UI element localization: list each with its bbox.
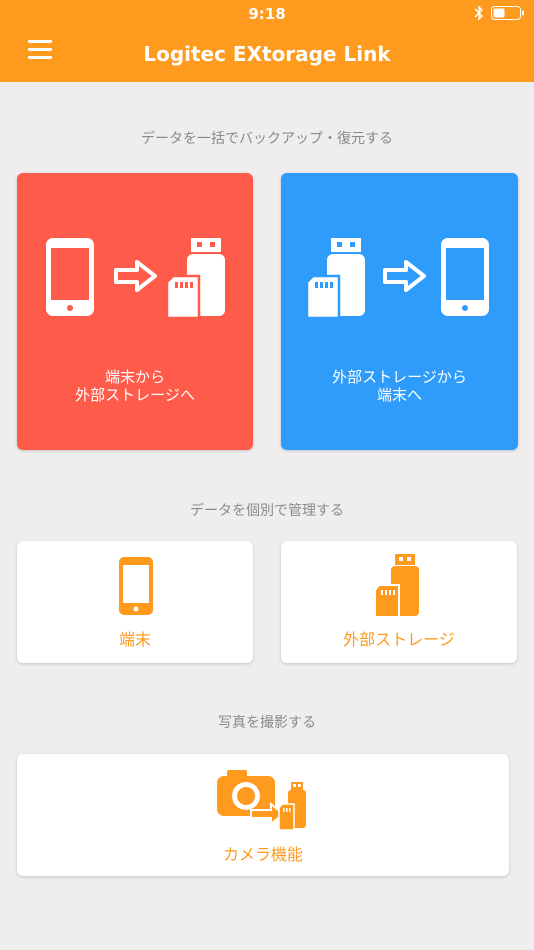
camera-section-label: 写真を撮影する	[218, 715, 316, 731]
smartphone-icon	[441, 238, 489, 316]
bluetooth-icon	[474, 5, 483, 21]
camera-to-storage-icon	[217, 770, 306, 831]
battery-icon	[491, 6, 524, 20]
restore-to-device-label-line2: 端末へ	[376, 386, 422, 404]
usb-sd-storage-icon	[165, 238, 225, 320]
smartphone-icon	[119, 557, 153, 615]
backup-to-storage-button[interactable]: 端末から 外部ストレージへ	[17, 173, 253, 450]
device-manage-button[interactable]: 端末	[17, 541, 253, 663]
usb-sd-storage-icon	[374, 554, 419, 618]
manage-section-label: データを個別で管理する	[190, 503, 344, 519]
app-header: 9:18 Logitec EXtorage Link	[0, 0, 534, 82]
page-title: Logitec EXtorage Link	[143, 42, 391, 66]
storage-manage-button[interactable]: 外部ストレージ	[281, 541, 517, 663]
restore-to-device-label-line1: 外部ストレージから	[332, 368, 467, 386]
backup-to-storage-label-line2: 外部ストレージへ	[75, 386, 195, 404]
storage-label: 外部ストレージ	[343, 630, 455, 649]
restore-to-device-button[interactable]: 外部ストレージから 端末へ	[281, 173, 518, 450]
smartphone-icon	[46, 238, 94, 316]
usb-sd-storage-icon	[305, 238, 365, 320]
backup-to-storage-label-line1: 端末から	[104, 368, 165, 386]
camera-label: カメラ機能	[222, 845, 303, 864]
camera-button[interactable]: カメラ機能	[17, 754, 509, 876]
arrow-right-icon	[383, 260, 426, 292]
device-label: 端末	[118, 630, 151, 649]
backup-section-label: データを一括でバックアップ・復元する	[141, 131, 393, 147]
arrow-right-icon	[114, 260, 157, 292]
status-time: 9:18	[248, 5, 286, 23]
